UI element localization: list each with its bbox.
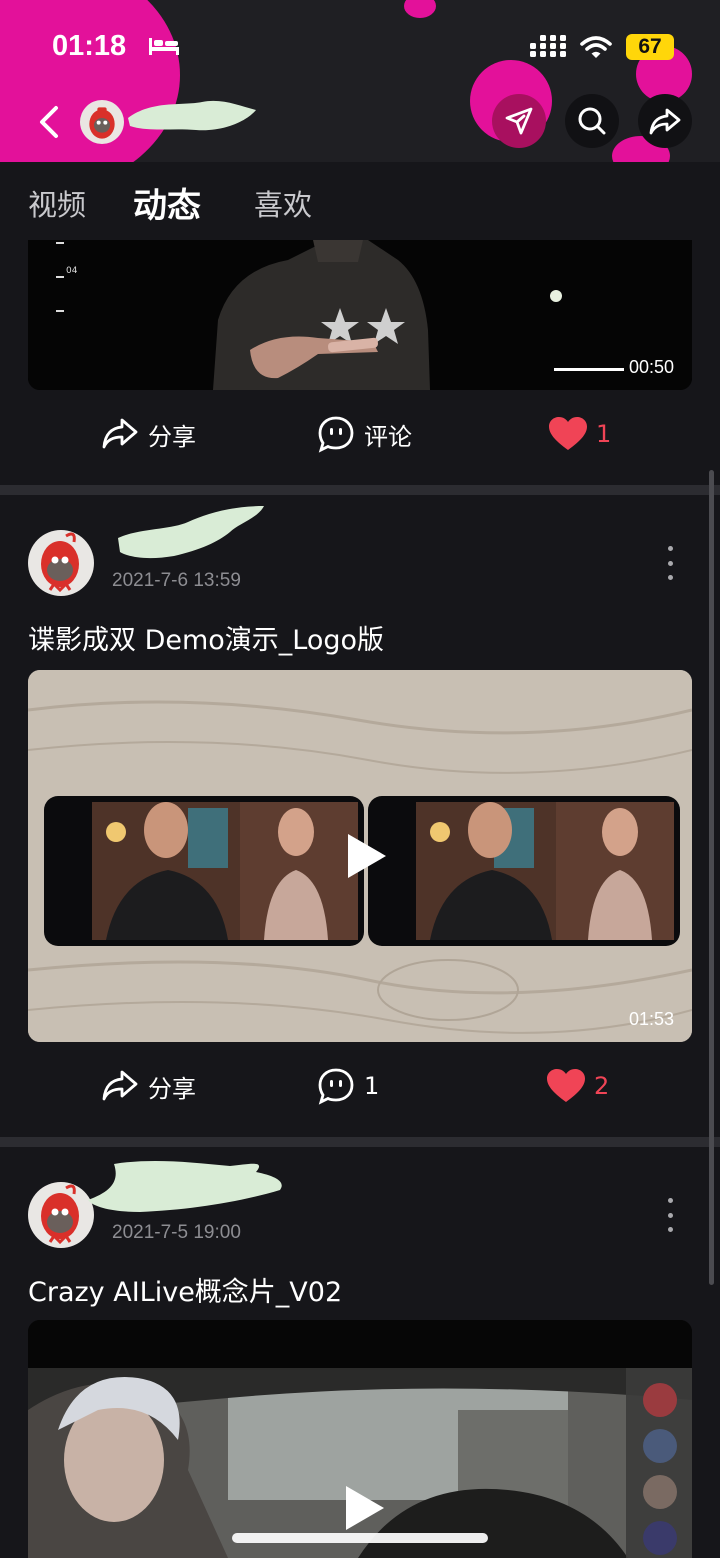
- paper-plane-icon: [505, 107, 533, 135]
- comment-label: 评论: [364, 422, 412, 451]
- share-label: 分享: [148, 422, 196, 451]
- comment-button[interactable]: 评论: [316, 414, 412, 454]
- redacted-username: [88, 1160, 282, 1212]
- tab-posts[interactable]: 动态: [133, 178, 201, 227]
- share-arrow-icon: [102, 1070, 138, 1101]
- wifi-icon: [580, 36, 612, 58]
- video-player[interactable]: 01:53: [28, 670, 692, 1042]
- share-profile-button[interactable]: [638, 94, 692, 148]
- header-decoration: [404, 0, 436, 18]
- more-options-icon[interactable]: [666, 1198, 674, 1232]
- message-button[interactable]: [492, 94, 546, 148]
- heart-icon: [547, 1069, 585, 1102]
- share-arrow-icon: [102, 418, 138, 449]
- post-divider: [0, 1137, 720, 1147]
- battery-indicator: 67: [626, 34, 674, 60]
- cellular-signal-icon: [530, 35, 566, 57]
- search-icon: [578, 107, 606, 135]
- video-duration: 00:50: [628, 357, 674, 377]
- sleep-bed-icon: [149, 38, 179, 55]
- post-divider: [0, 485, 720, 495]
- home-indicator[interactable]: [232, 1533, 488, 1543]
- redacted-username: [128, 100, 256, 131]
- tab-bar: 视频 动态 喜欢: [0, 162, 720, 240]
- video-player[interactable]: [28, 1320, 692, 1558]
- share-arrow-icon: [649, 108, 681, 135]
- comment-count: 1: [364, 1072, 380, 1100]
- play-icon[interactable]: [346, 1486, 384, 1530]
- comment-bubble-icon: [318, 1068, 354, 1105]
- search-button[interactable]: [565, 94, 619, 148]
- play-icon[interactable]: [348, 834, 386, 878]
- tab-likes[interactable]: 喜欢: [254, 182, 312, 224]
- share-button[interactable]: 分享: [100, 1066, 196, 1106]
- like-count: 1: [596, 420, 612, 448]
- like-count: 2: [594, 1072, 610, 1100]
- profile-header: 01:18 67: [0, 0, 720, 162]
- post-date: 2021-7-6 13:59: [112, 570, 241, 591]
- share-button[interactable]: 分享: [100, 414, 196, 454]
- back-icon[interactable]: [30, 100, 70, 144]
- video-thumbnail: [28, 240, 692, 390]
- redacted-username: [118, 506, 264, 559]
- like-button[interactable]: 1: [548, 414, 611, 454]
- like-button[interactable]: 2: [546, 1066, 609, 1106]
- comment-button[interactable]: 1: [316, 1066, 379, 1106]
- video-player[interactable]: 04 00:50: [28, 240, 692, 390]
- post-title: 谍影成双 Demo演示_Logo版: [28, 625, 385, 656]
- post-date: 2021-7-5 19:00: [112, 1222, 241, 1243]
- status-time: 01:18: [52, 30, 127, 62]
- tab-videos[interactable]: 视频: [28, 182, 86, 224]
- heart-icon: [549, 417, 587, 450]
- share-label: 分享: [148, 1074, 196, 1103]
- scrollbar[interactable]: [709, 470, 714, 1285]
- post-author-avatar[interactable]: [28, 530, 94, 596]
- avatar[interactable]: [80, 100, 124, 144]
- video-duration: 01:53: [628, 1009, 674, 1029]
- more-options-icon[interactable]: [666, 546, 674, 580]
- overlay-number: 04: [66, 266, 78, 276]
- status-icons: 67: [530, 34, 674, 60]
- post-title: Crazy AILive概念片_V02: [28, 1277, 343, 1308]
- comment-bubble-icon: [318, 416, 354, 453]
